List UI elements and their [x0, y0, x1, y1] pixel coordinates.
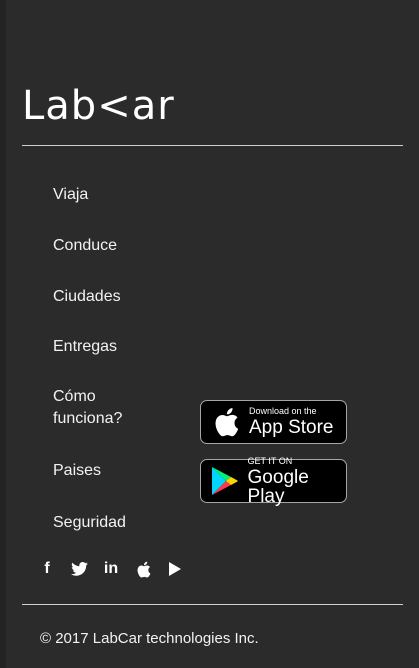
nav-item-como-funciona[interactable]: Cómo funciona? [53, 386, 143, 430]
nav-item-entregas[interactable]: Entregas [53, 336, 117, 358]
nav-item-conduce[interactable]: Conduce [53, 235, 117, 257]
labcar-logo[interactable]: Lab<ar [22, 84, 175, 128]
nav-item-seguridad[interactable]: Seguridad [53, 512, 126, 534]
facebook-icon[interactable]: f [38, 560, 56, 578]
google-play-label: Google Play [247, 466, 309, 507]
google-play-button[interactable]: GET IT ON Google Play [200, 455, 347, 507]
nav-item-ciudades[interactable]: Ciudades [53, 286, 121, 308]
nav-item-viaja[interactable]: Viaja [53, 184, 88, 206]
page-edge [0, 0, 6, 668]
nav-item-paises[interactable]: Paises [53, 460, 101, 482]
divider-top [22, 145, 403, 146]
linkedin-icon[interactable]: in [102, 560, 120, 578]
copyright-text: © 2017 LabCar technologies Inc. [40, 630, 259, 647]
google-play-icon [211, 466, 240, 496]
app-store-button[interactable]: Download on the App Store [200, 400, 347, 444]
app-store-small-text: Download on the [249, 406, 317, 416]
divider-bottom [22, 604, 403, 605]
apple-icon [211, 407, 241, 437]
apple-icon[interactable] [134, 560, 152, 578]
twitter-icon[interactable] [70, 560, 88, 578]
app-store-label: App Store [249, 417, 334, 438]
google-play-small-text: GET IT ON [247, 455, 293, 466]
social-links: f in [38, 560, 184, 578]
play-icon[interactable] [166, 560, 184, 578]
